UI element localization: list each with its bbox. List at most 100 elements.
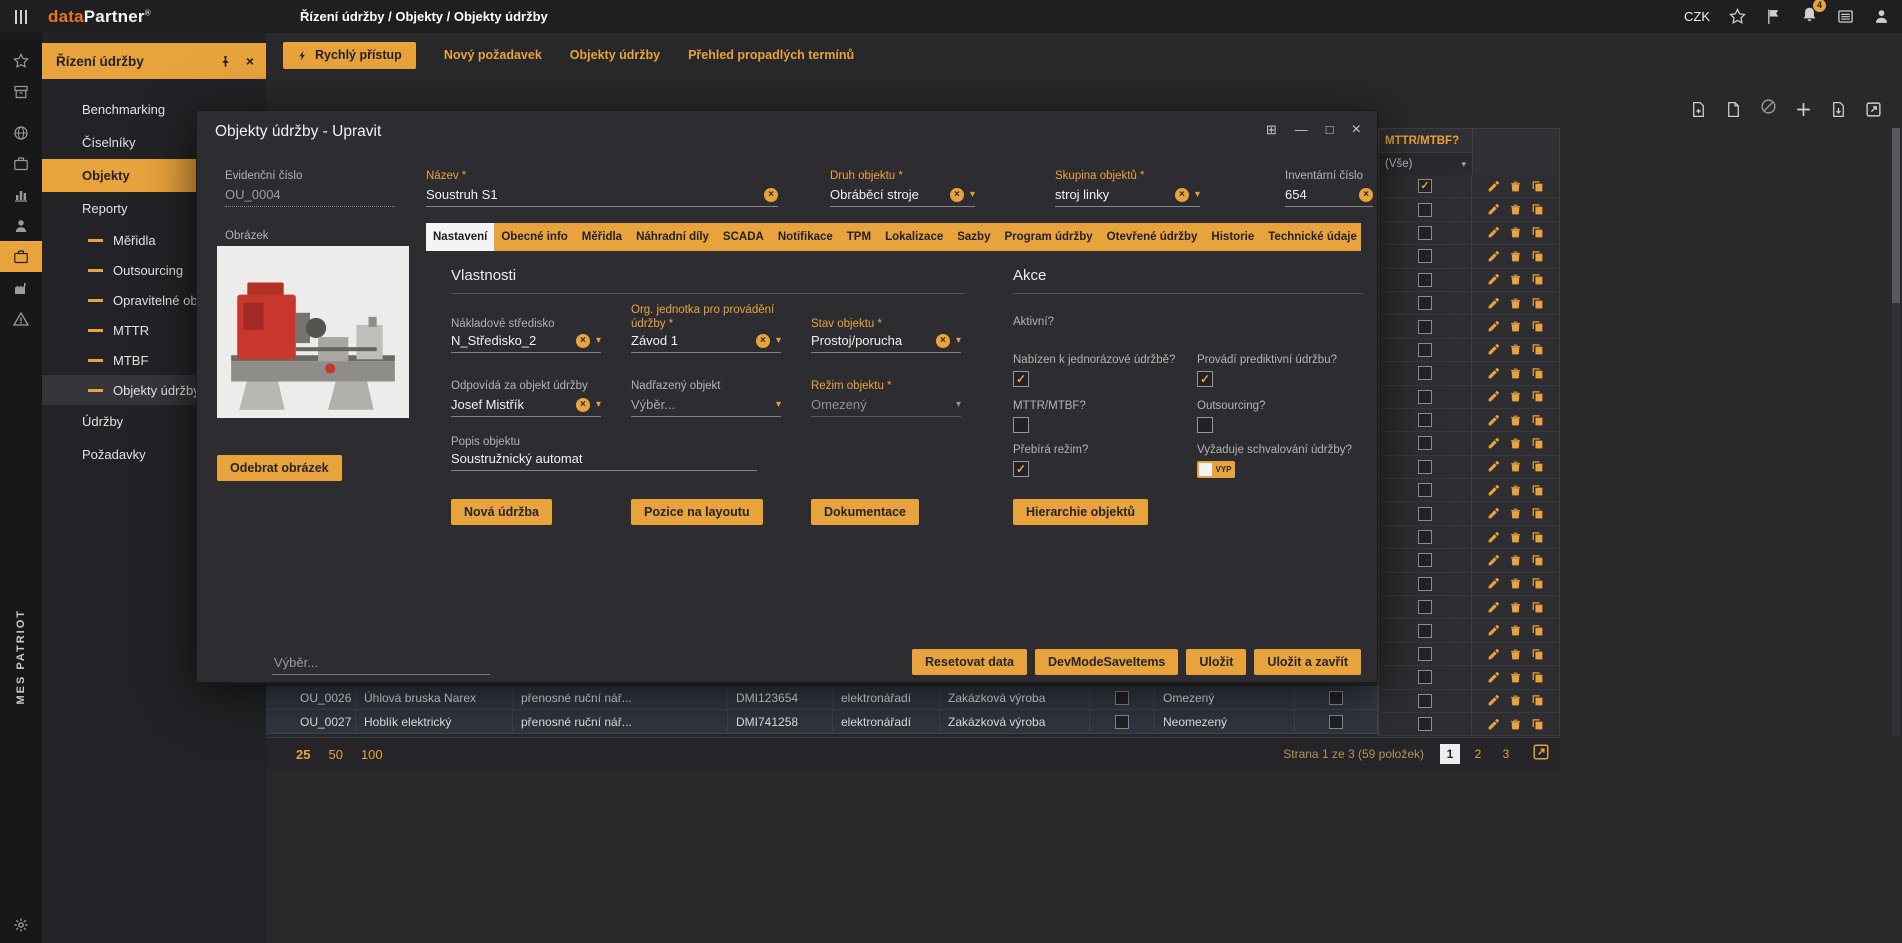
settings-gear-icon[interactable] <box>0 917 42 933</box>
edit-icon[interactable] <box>1487 554 1500 567</box>
close-icon[interactable]: × <box>1352 121 1361 139</box>
edit-icon[interactable] <box>1487 437 1500 450</box>
alerts-icon[interactable] <box>0 303 42 334</box>
delete-icon[interactable] <box>1509 624 1522 637</box>
delete-icon[interactable] <box>1509 648 1522 661</box>
row-checkbox[interactable] <box>1418 436 1432 450</box>
table-row[interactable] <box>1378 666 1560 689</box>
reset-data-button[interactable]: Resetovat data <box>912 649 1027 675</box>
chevron-down-icon[interactable]: ▾ <box>596 397 601 412</box>
edit-icon[interactable] <box>1487 671 1500 684</box>
row-checkbox[interactable] <box>1418 273 1432 287</box>
checkbox-prediktivni-udrzba[interactable]: ✓ <box>1197 371 1213 387</box>
copy-icon[interactable] <box>1531 437 1544 450</box>
favorites-icon[interactable] <box>0 45 42 76</box>
row-checkbox[interactable] <box>1418 249 1432 263</box>
copy-icon[interactable] <box>1531 624 1544 637</box>
page-size-25[interactable]: 25 <box>296 747 310 762</box>
table-row[interactable] <box>1378 292 1560 315</box>
copy-icon[interactable] <box>1531 320 1544 333</box>
clear-icon[interactable]: × <box>576 398 590 412</box>
checkbox-mttr-mtbf[interactable] <box>1013 417 1029 433</box>
quick-link-objekty-udrzby[interactable]: Objekty údržby <box>570 48 660 62</box>
table-row[interactable] <box>1378 526 1560 549</box>
org-jednotka-select[interactable]: Závod 1 × ▾ <box>631 329 781 353</box>
tab-obecne-info[interactable]: Obecné info <box>494 223 574 251</box>
chevron-down-icon[interactable]: ▾ <box>1195 187 1200 202</box>
scrollbar-thumb[interactable] <box>1892 128 1900 303</box>
odpovida-select[interactable]: Josef Mistřík × ▾ <box>451 393 601 417</box>
export-icon[interactable] <box>1865 101 1882 118</box>
maintenance-module-icon[interactable] <box>0 241 42 272</box>
row-checkbox[interactable] <box>1418 507 1432 521</box>
delete-icon[interactable] <box>1509 554 1522 567</box>
clear-icon[interactable]: × <box>756 334 770 348</box>
edit-icon[interactable] <box>1487 226 1500 239</box>
table-row[interactable] <box>1378 596 1560 619</box>
tab-historie[interactable]: Historie <box>1204 223 1261 251</box>
table-row[interactable] <box>1378 619 1560 642</box>
delete-icon[interactable] <box>1509 694 1522 707</box>
copy-icon[interactable] <box>1531 343 1544 356</box>
reports-icon[interactable] <box>0 179 42 210</box>
clear-icon[interactable]: × <box>576 334 590 348</box>
table-row[interactable] <box>1378 502 1560 525</box>
user-profile-icon[interactable] <box>1873 8 1890 25</box>
row-checkbox[interactable] <box>1418 717 1432 731</box>
copy-icon[interactable] <box>1531 718 1544 731</box>
row-checkbox[interactable] <box>1418 624 1432 638</box>
nadrazeny-objekt-select[interactable]: Výběr... ▾ <box>631 393 781 417</box>
tab-sazby[interactable]: Sazby <box>950 223 997 251</box>
edit-icon[interactable] <box>1487 203 1500 216</box>
clear-icon[interactable]: × <box>764 188 778 202</box>
chevron-down-icon[interactable]: ▾ <box>596 333 601 348</box>
chevron-down-icon[interactable]: ▾ <box>970 187 975 202</box>
edit-icon[interactable] <box>1487 367 1500 380</box>
row-checkbox[interactable] <box>1418 460 1432 474</box>
skupina-objektu-select[interactable]: stroj linky × ▾ <box>1055 183 1200 207</box>
copy-icon[interactable] <box>1531 297 1544 310</box>
row-checkbox[interactable] <box>1418 203 1432 217</box>
page-2[interactable]: 2 <box>1468 744 1488 764</box>
tab-otevrene-udrzby[interactable]: Otevřené údržby <box>1100 223 1205 251</box>
checkbox-outsourcing[interactable] <box>1197 417 1213 433</box>
edit-icon[interactable] <box>1487 484 1500 497</box>
edit-icon[interactable] <box>1487 718 1500 731</box>
checkbox-jednorazova-udrzba[interactable]: ✓ <box>1013 371 1029 387</box>
page-3[interactable]: 3 <box>1496 744 1516 764</box>
tab-tpm[interactable]: TPM <box>840 223 878 251</box>
copy-icon[interactable] <box>1531 367 1544 380</box>
tab-lokalizace[interactable]: Lokalizace <box>878 223 950 251</box>
tab-meridla[interactable]: Měřidla <box>575 223 629 251</box>
page-size-100[interactable]: 100 <box>361 747 383 762</box>
row-checkbox[interactable] <box>1418 226 1432 240</box>
edit-icon[interactable] <box>1487 297 1500 310</box>
delete-icon[interactable] <box>1509 320 1522 333</box>
column-header-mttr-mtbf[interactable]: MTTR/MTBF? <box>1378 128 1472 152</box>
table-row[interactable]: OU_0027 Hoblík elektrický přenosné ruční… <box>266 710 1378 734</box>
row-checkbox[interactable] <box>1418 577 1432 591</box>
modules-icon[interactable] <box>0 148 42 179</box>
column-filter-mttr-mtbf[interactable]: (Vše) ▾ <box>1378 152 1472 175</box>
layout-position-button[interactable]: Pozice na layoutu <box>631 499 763 525</box>
row-checkbox[interactable] <box>1418 320 1432 334</box>
tab-nastaveni[interactable]: Nastavení <box>426 223 494 251</box>
delete-icon[interactable] <box>1509 390 1522 403</box>
delete-icon[interactable] <box>1509 671 1522 684</box>
clear-icon[interactable]: × <box>1175 188 1189 202</box>
delete-icon[interactable] <box>1509 226 1522 239</box>
edit-icon[interactable] <box>1487 273 1500 286</box>
new-document-icon[interactable] <box>1690 101 1707 118</box>
row-checkbox[interactable] <box>1418 390 1432 404</box>
delete-icon[interactable] <box>1509 414 1522 427</box>
edit-icon[interactable] <box>1487 414 1500 427</box>
toggle-schvalovani-udrzby[interactable]: VYP <box>1197 461 1235 478</box>
edit-icon[interactable] <box>1487 180 1500 193</box>
delete-icon[interactable] <box>1509 601 1522 614</box>
company-icon[interactable] <box>0 272 42 303</box>
copy-icon[interactable] <box>1531 554 1544 567</box>
edit-icon[interactable] <box>1487 624 1500 637</box>
users-icon[interactable] <box>0 210 42 241</box>
delete-icon[interactable] <box>1509 367 1522 380</box>
list-panel-icon[interactable] <box>1837 8 1854 25</box>
